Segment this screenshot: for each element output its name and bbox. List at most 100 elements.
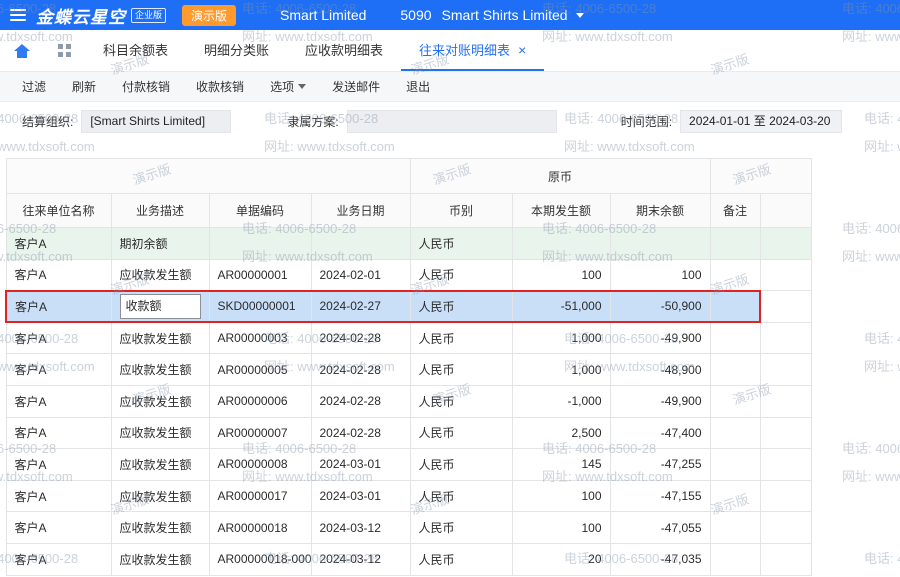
cell-unit-name: 客户A bbox=[6, 291, 111, 323]
table-row[interactable]: 客户A应收款发生额AR000000052024-02-28人民币1,000-48… bbox=[6, 354, 811, 386]
toolbar-button[interactable]: 过滤 bbox=[22, 78, 46, 95]
cell-unit-name: 客户A bbox=[6, 543, 111, 575]
cell-filler bbox=[760, 291, 811, 323]
col-header-business-date[interactable]: 业务日期 bbox=[311, 194, 410, 228]
range-filter-value[interactable]: 2024-01-01 至 2024-03-20 bbox=[680, 110, 842, 133]
watermark-text: 电话: 4006-6500-28 bbox=[842, 438, 900, 457]
cell-business-desc: 应收款发生额 bbox=[111, 354, 209, 386]
toolbar-button[interactable]: 刷新 bbox=[72, 78, 96, 95]
cell-business-desc: 应收款发生额 bbox=[111, 512, 209, 544]
tab-label: 科目余额表 bbox=[103, 40, 168, 59]
col-header-ending-balance[interactable]: 期末余额 bbox=[610, 194, 710, 228]
chevron-down-icon bbox=[298, 84, 306, 89]
col-header-period-amount[interactable]: 本期发生额 bbox=[512, 194, 610, 228]
cell-doc-code: AR00000018-000 bbox=[209, 543, 311, 575]
table-row[interactable]: 客户A应收款发生额AR000000062024-02-28人民币-1,000-4… bbox=[6, 385, 811, 417]
cell-filler bbox=[760, 259, 811, 291]
cell-unit-name: 客户A bbox=[6, 354, 111, 386]
cell-business-desc: 应收款发生额 bbox=[111, 385, 209, 417]
cell-business-date: 2024-03-01 bbox=[311, 480, 410, 512]
org-code: 5090 bbox=[400, 7, 431, 23]
cell-business-date: 2024-02-28 bbox=[311, 385, 410, 417]
cell-remark bbox=[710, 512, 760, 544]
cell-filler bbox=[760, 322, 811, 354]
cell-ending-balance: -47,055 bbox=[610, 512, 710, 544]
cell-unit-name: 客户A bbox=[6, 480, 111, 512]
col-header-filler[interactable] bbox=[760, 194, 811, 228]
watermark-text: 电话: 4006-6500-28 bbox=[864, 328, 900, 347]
table-row[interactable]: 客户A应收款发生额AR000000032024-02-28人民币1,000-49… bbox=[6, 322, 811, 354]
cell-unit-name: 客户A bbox=[6, 228, 111, 260]
scheme-filter-value[interactable] bbox=[347, 110, 557, 133]
cell-period-amount: 145 bbox=[512, 449, 610, 481]
toolbar-button[interactable]: 收款核销 bbox=[196, 78, 244, 95]
table-row[interactable]: 客户A应收款发生额AR000000172024-03-01人民币100-47,1… bbox=[6, 480, 811, 512]
toolbar-button[interactable]: 付款核销 bbox=[122, 78, 170, 95]
col-header-unit-name[interactable]: 往来单位名称 bbox=[6, 194, 111, 228]
business-desc-editor[interactable]: 收款额 bbox=[120, 294, 201, 319]
cell-doc-code: AR00000005 bbox=[209, 354, 311, 386]
cell-period-amount bbox=[512, 228, 610, 260]
cell-period-amount: 1,000 bbox=[512, 354, 610, 386]
col-header-doc-code[interactable]: 单据编码 bbox=[209, 194, 311, 228]
cell-currency: 人民币 bbox=[410, 259, 512, 291]
cell-period-amount: -51,000 bbox=[512, 291, 610, 323]
cell-currency: 人民币 bbox=[410, 512, 512, 544]
toolbar-button[interactable]: 退出 bbox=[406, 78, 430, 95]
table-row[interactable]: 客户A应收款发生额AR00000018-0002024-03-12人民币20-4… bbox=[6, 543, 811, 575]
top-bar: 金蝶云星空 企业版 演示版 Smart Limited 5090 Smart S… bbox=[0, 0, 900, 30]
cell-unit-name: 客户A bbox=[6, 512, 111, 544]
cell-filler bbox=[760, 385, 811, 417]
cell-currency: 人民币 bbox=[410, 322, 512, 354]
toolbar-button-label: 发送邮件 bbox=[332, 78, 380, 95]
org-filter-value[interactable]: [Smart Shirts Limited] bbox=[81, 110, 231, 133]
cell-unit-name: 客户A bbox=[6, 385, 111, 417]
cell-currency: 人民币 bbox=[410, 385, 512, 417]
tab-item[interactable]: 应收款明细表 bbox=[287, 30, 401, 71]
tab-item[interactable]: 往来对账明细表× bbox=[401, 30, 544, 71]
cell-filler bbox=[760, 480, 811, 512]
cell-filler bbox=[760, 417, 811, 449]
cell-unit-name: 客户A bbox=[6, 259, 111, 291]
cell-period-amount: 100 bbox=[512, 512, 610, 544]
cell-business-desc: 应收款发生额 bbox=[111, 480, 209, 512]
toolbar-button-label: 收款核销 bbox=[196, 78, 244, 95]
tab-item[interactable]: 明细分类账 bbox=[186, 30, 287, 71]
cell-doc-code: AR00000008 bbox=[209, 449, 311, 481]
tab-item[interactable]: 科目余额表 bbox=[85, 30, 186, 71]
cell-unit-name: 客户A bbox=[6, 417, 111, 449]
group-header-currency: 原币 bbox=[410, 159, 710, 194]
table-row[interactable]: 客户A期初余额人民币 bbox=[6, 228, 811, 260]
col-header-business-desc[interactable]: 业务描述 bbox=[111, 194, 209, 228]
toolbar-button[interactable]: 选项 bbox=[270, 78, 306, 95]
cell-remark bbox=[710, 385, 760, 417]
filter-bar: 结算组织: [Smart Shirts Limited] 隶属方案: 时间范围:… bbox=[0, 102, 900, 140]
cell-doc-code: AR00000006 bbox=[209, 385, 311, 417]
cell-remark bbox=[710, 480, 760, 512]
table-row[interactable]: 客户A收款额SKD000000012024-02-27人民币-51,000-50… bbox=[6, 291, 811, 323]
apps-grid-icon[interactable] bbox=[44, 30, 85, 71]
app-logo: 金蝶云星空 bbox=[36, 3, 126, 28]
col-header-remark[interactable]: 备注 bbox=[710, 194, 760, 228]
cell-doc-code: AR00000017 bbox=[209, 480, 311, 512]
table-row[interactable]: 客户A应收款发生额AR000000082024-03-01人民币145-47,2… bbox=[6, 449, 811, 481]
table-row[interactable]: 客户A应收款发生额AR000000072024-02-28人民币2,500-47… bbox=[6, 417, 811, 449]
company-name: Smart Limited bbox=[280, 7, 366, 23]
menu-icon[interactable] bbox=[10, 9, 26, 21]
cell-business-date: 2024-02-01 bbox=[311, 259, 410, 291]
cell-business-date: 2024-02-28 bbox=[311, 354, 410, 386]
table-row[interactable]: 客户A应收款发生额AR000000012024-02-01人民币100100 bbox=[6, 259, 811, 291]
tab-close-icon[interactable]: × bbox=[518, 43, 526, 57]
org-name: Smart Shirts Limited bbox=[442, 7, 568, 23]
cell-doc-code bbox=[209, 228, 311, 260]
group-header-row: 原币 bbox=[6, 159, 811, 194]
table-row[interactable]: 客户A应收款发生额AR000000182024-03-12人民币100-47,0… bbox=[6, 512, 811, 544]
home-icon[interactable] bbox=[0, 30, 44, 71]
org-filter-label: 结算组织: bbox=[22, 113, 73, 130]
toolbar-button[interactable]: 发送邮件 bbox=[332, 78, 380, 95]
scheme-filter-label: 隶属方案: bbox=[287, 113, 338, 130]
org-selector[interactable]: 5090 Smart Shirts Limited bbox=[400, 7, 583, 23]
group-header-blank-right bbox=[710, 159, 811, 194]
col-header-currency[interactable]: 币别 bbox=[410, 194, 512, 228]
cell-filler bbox=[760, 228, 811, 260]
